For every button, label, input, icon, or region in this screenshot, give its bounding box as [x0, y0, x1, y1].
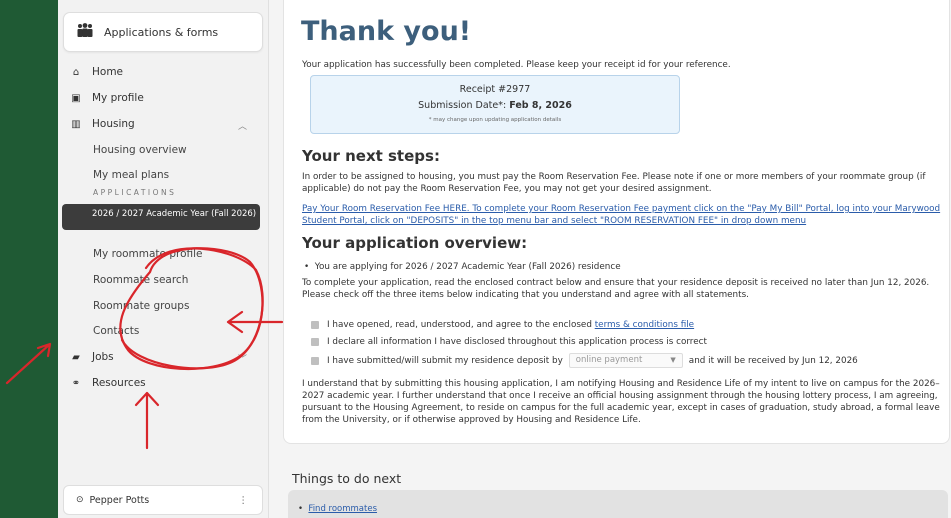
link-icon: ⚭: [71, 377, 81, 389]
terms-checkbox-label: I have opened, read, understood, and agr…: [327, 320, 592, 330]
chevron-up-icon[interactable]: ︿: [238, 119, 247, 132]
things-item: • Find roommates: [298, 504, 378, 514]
more-options-icon[interactable]: ⋮: [239, 495, 249, 506]
nav-roommate-search[interactable]: Roommate search: [93, 274, 188, 286]
confirmation-card: Thank you! Your application has successf…: [283, 0, 950, 444]
nav-my-meal-plans[interactable]: My meal plans: [93, 169, 169, 181]
success-message: Your application has successfully been c…: [302, 60, 731, 70]
nav-jobs[interactable]: ▰ Jobs: [68, 351, 114, 363]
user-name: Pepper Potts: [89, 494, 150, 506]
active-application-label: 2026 / 2027 Academic Year (Fall 2026): [92, 209, 257, 219]
receipt-box: Receipt #2977 Submission Date*: Feb 8, 2…: [310, 75, 680, 134]
chevron-down-icon[interactable]: ﹀: [238, 352, 247, 365]
deposit-checkbox-suffix: and it will be received by Jun 12, 2026: [688, 355, 858, 366]
nav-contacts[interactable]: Contacts: [93, 325, 139, 337]
sidebar: Applications & forms ⌂ Home ▣ My profile…: [58, 0, 269, 518]
nav-home[interactable]: ⌂ Home: [68, 66, 123, 78]
deposit-checkbox-prefix: I have submitted/will submit my residenc…: [327, 355, 563, 366]
declare-checkbox-label: I declare all information I have disclos…: [327, 337, 707, 347]
next-steps-text: In order to be assigned to housing, you …: [302, 172, 926, 194]
nav-resources-label: Resources: [92, 377, 146, 389]
submission-date: Feb 8, 2026: [509, 100, 572, 111]
find-roommates-link[interactable]: Find roommates: [308, 504, 377, 514]
agreement-statement: I understand that by submitting this hou…: [302, 379, 940, 425]
payment-link[interactable]: Pay Your Room Reservation Fee HERE. To c…: [302, 203, 947, 227]
user-menu[interactable]: ⊙ Pepper Potts ⋮: [63, 485, 263, 515]
nav-resources[interactable]: ⚭ Resources: [68, 377, 146, 389]
declare-checkbox[interactable]: [311, 338, 319, 346]
annotation-arrow-left: [5, 342, 52, 385]
agreement-deposit-row: I have submitted/will submit my residenc…: [311, 353, 858, 368]
receipt-number: Receipt #2977: [459, 84, 531, 95]
user-icon: ⊙: [76, 495, 84, 505]
nav-housing[interactable]: ▥ Housing: [68, 118, 135, 130]
people-icon: [76, 23, 96, 41]
next-steps-heading: Your next steps:: [302, 147, 440, 165]
overview-bullet: • You are applying for 2026 / 2027 Acade…: [304, 262, 621, 272]
agreement-terms-row: I have opened, read, understood, and agr…: [311, 320, 694, 330]
terms-checkbox[interactable]: [311, 321, 319, 329]
agreement-declare-row: I declare all information I have disclos…: [311, 337, 707, 347]
nav-jobs-label: Jobs: [92, 351, 114, 363]
overview-bullet-text: You are applying for 2026 / 2027 Academi…: [314, 262, 621, 272]
chevron-down-icon: ▼: [670, 356, 676, 364]
applications-section-label: APPLICATIONS: [93, 188, 177, 197]
nav-roommate-groups[interactable]: Roommate groups: [93, 300, 189, 312]
nav-housing-label: Housing: [92, 118, 135, 130]
nav-home-label: Home: [92, 66, 124, 78]
nav-my-profile-label: My profile: [92, 92, 144, 104]
deposit-method-select[interactable]: online payment ▼: [568, 353, 683, 368]
app-title: Applications & forms: [104, 25, 219, 39]
page-title: Thank you!: [301, 16, 472, 47]
submission-date-prefix: Submission Date*:: [418, 100, 507, 111]
payment-link-line1[interactable]: Pay Your Room Reservation Fee HERE. To c…: [302, 204, 940, 214]
submission-date-line: Submission Date*: Feb 8, 2026: [311, 100, 679, 111]
app-frame: Applications & forms ⌂ Home ▣ My profile…: [58, 0, 951, 518]
profile-card-icon: ▣: [71, 92, 81, 104]
deposit-checkbox[interactable]: [311, 356, 319, 365]
briefcase-icon: ▰: [72, 351, 80, 363]
app-switcher[interactable]: Applications & forms: [63, 12, 263, 52]
deposit-method-value: online payment: [575, 355, 643, 365]
nav-my-profile[interactable]: ▣ My profile: [68, 92, 144, 104]
overview-text: To complete your application, read the e…: [302, 278, 930, 300]
things-to-do-card: • Find roommates: [288, 490, 948, 518]
overview-heading: Your application overview:: [302, 234, 528, 252]
receipt-note: * may change upon updating application d…: [428, 117, 562, 123]
payment-link-line2[interactable]: Student Portal, click on "DEPOSITS" in t…: [302, 216, 806, 226]
nav-housing-overview[interactable]: Housing overview: [93, 144, 187, 156]
terms-conditions-link[interactable]: terms & conditions file: [595, 320, 694, 330]
things-to-do-heading: Things to do next: [292, 471, 402, 486]
nav-my-roommate-profile[interactable]: My roommate profile: [93, 248, 203, 260]
nav-active-application[interactable]: 2026 / 2027 Academic Year (Fall 2026): [62, 204, 260, 230]
building-icon: ▥: [71, 118, 81, 130]
home-icon: ⌂: [72, 66, 80, 78]
